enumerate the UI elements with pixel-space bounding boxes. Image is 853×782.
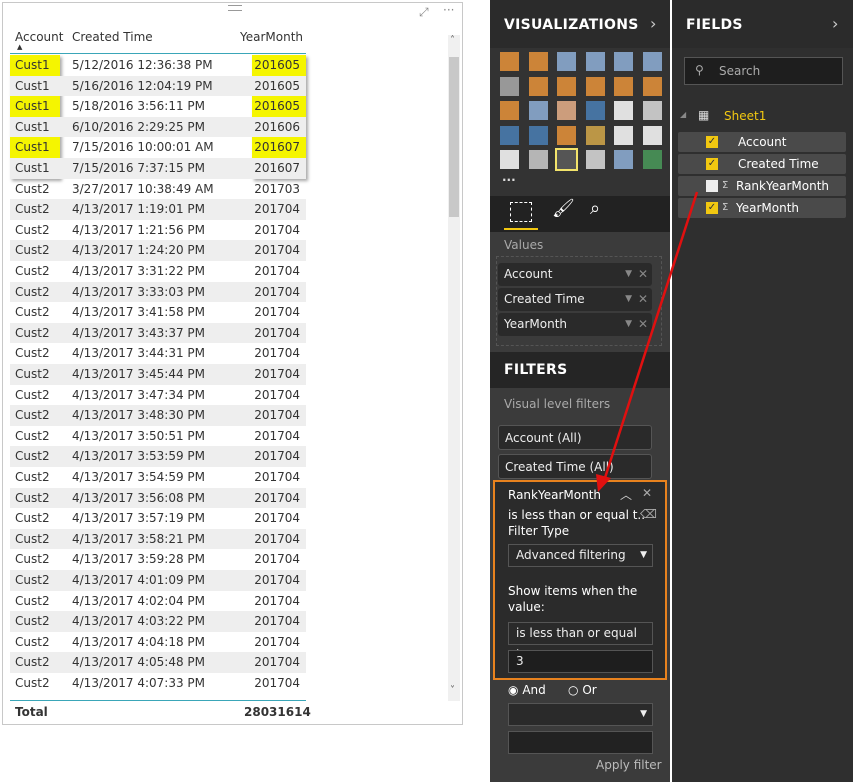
annotation-arrow <box>596 191 699 492</box>
